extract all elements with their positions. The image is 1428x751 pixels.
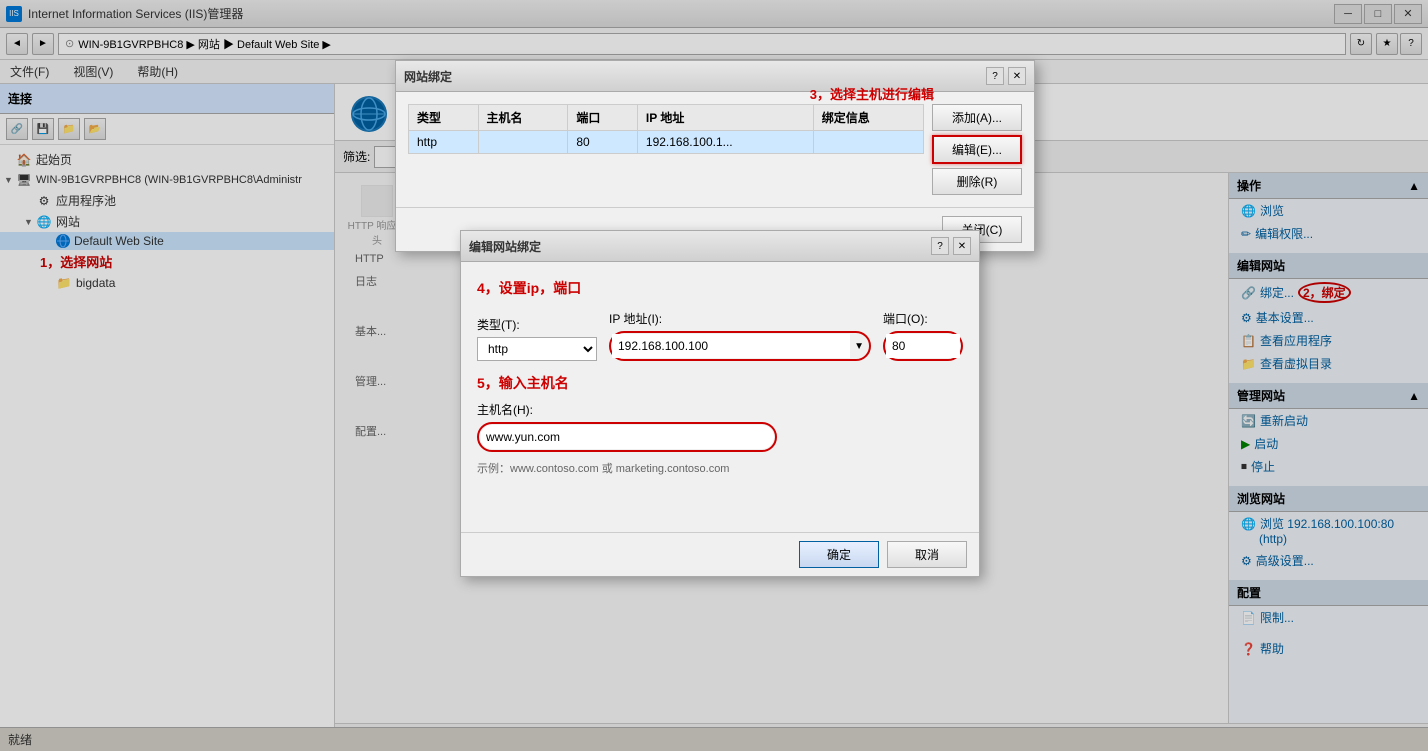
col-info: 绑定信息 xyxy=(813,105,923,131)
col-port: 端口 xyxy=(568,105,638,131)
binding-action-btns: 添加(A)... 编辑(E)... 删除(R) xyxy=(932,104,1022,195)
cancel-label: 取消 xyxy=(915,548,939,562)
col-host: 主机名 xyxy=(478,105,568,131)
ok-button[interactable]: 确定 xyxy=(799,541,879,568)
type-group: 类型(T): http https xyxy=(477,316,597,361)
edit-dialog-title-bar: 编辑网站绑定 ? ✕ xyxy=(461,231,979,262)
binding-row-1[interactable]: http 80 192.168.100.1... xyxy=(409,131,924,154)
binding-dialog: 网站绑定 ? ✕ 3，选择主机进行编辑 类型 主机名 端 xyxy=(395,60,1035,252)
binding-type: http xyxy=(409,131,479,154)
host-input[interactable] xyxy=(480,425,774,449)
edit-dialog-title: 编辑网站绑定 xyxy=(469,238,541,255)
edit-dialog-close[interactable]: ✕ xyxy=(953,237,971,255)
binding-table: 类型 主机名 端口 IP 地址 绑定信息 http 80 xyxy=(408,104,924,154)
ip-label: IP 地址(I): xyxy=(609,310,871,327)
ip-group: IP 地址(I): ▼ xyxy=(609,310,871,361)
add-binding-label: 添加(A)... xyxy=(952,111,1002,125)
type-select[interactable]: http https xyxy=(477,337,597,361)
window-root: IIS Internet Information Services (IIS)管… xyxy=(0,0,1428,751)
edit-binding-dialog: 编辑网站绑定 ? ✕ 4，设置ip，端口 类型(T): http https xyxy=(460,230,980,577)
form-row-top: 类型(T): http https IP 地址(I): ▼ 端口(O): xyxy=(477,310,963,361)
form-row-hostname: 主机名(H): xyxy=(477,401,963,452)
binding-dialog-title-bar: 网站绑定 ? ✕ xyxy=(396,61,1034,92)
port-label: 端口(O): xyxy=(883,310,963,327)
ip-input[interactable] xyxy=(612,334,850,358)
port-input[interactable] xyxy=(886,334,960,358)
binding-ip: 192.168.100.1... xyxy=(637,131,813,154)
annotation-enter-hostname: 5，输入主机名 xyxy=(477,373,963,393)
binding-dialog-title: 网站绑定 xyxy=(404,68,452,85)
hostname-hint: 示例：www.contoso.com 或 marketing.contoso.c… xyxy=(477,460,963,476)
edit-binding-label: 编辑(E)... xyxy=(952,143,1002,157)
host-label: 主机名(H): xyxy=(477,401,963,418)
annotation-set-ip-port: 4，设置ip，端口 xyxy=(477,278,963,298)
binding-dialog-close[interactable]: ✕ xyxy=(1008,67,1026,85)
remove-binding-label: 删除(R) xyxy=(957,175,998,189)
binding-host xyxy=(478,131,568,154)
binding-port: 80 xyxy=(568,131,638,154)
col-ip: IP 地址 xyxy=(637,105,813,131)
remove-binding-btn[interactable]: 删除(R) xyxy=(932,168,1022,195)
col-type: 类型 xyxy=(409,105,479,131)
ip-dropdown-arrow[interactable]: ▼ xyxy=(850,341,868,352)
binding-info xyxy=(813,131,923,154)
type-label: 类型(T): xyxy=(477,316,597,333)
edit-dialog-help[interactable]: ? xyxy=(931,237,949,255)
add-binding-btn[interactable]: 添加(A)... xyxy=(932,104,1022,131)
annotation-edit-host: 3，选择主机进行编辑 xyxy=(810,84,934,103)
port-group: 端口(O): xyxy=(883,310,963,361)
edit-dialog-footer: 确定 取消 xyxy=(461,532,979,576)
cancel-button[interactable]: 取消 xyxy=(887,541,967,568)
edit-dialog-content: 4，设置ip，端口 类型(T): http https IP 地址(I): ▼ xyxy=(461,262,979,492)
binding-dialog-help[interactable]: ? xyxy=(986,67,1004,85)
ok-label: 确定 xyxy=(827,548,851,562)
edit-binding-btn[interactable]: 编辑(E)... xyxy=(932,135,1022,164)
binding-dialog-content: 3，选择主机进行编辑 类型 主机名 端口 IP 地址 绑定信息 xyxy=(396,92,1034,207)
